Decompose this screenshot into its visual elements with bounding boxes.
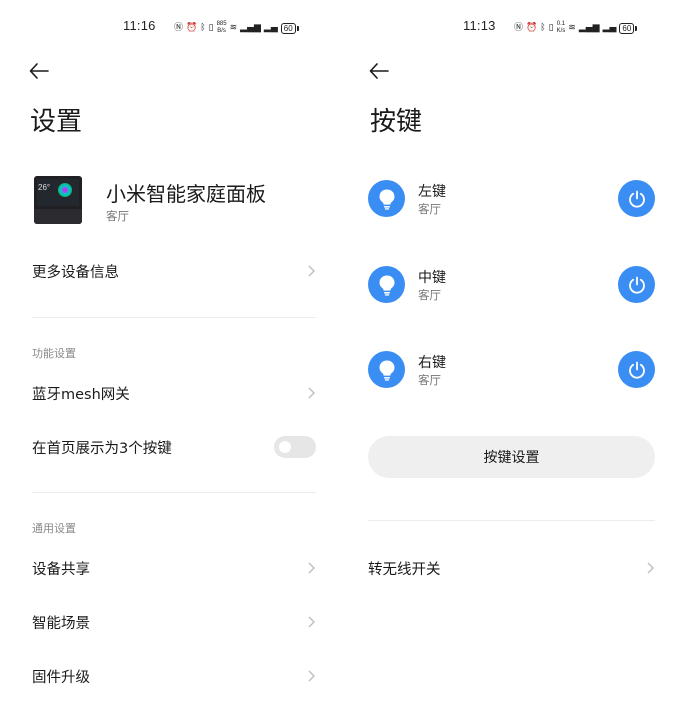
back-arrow-icon [369,63,389,79]
back-button[interactable] [28,60,50,82]
network-speed: 0.1 K/s [556,21,566,34]
smart-scene-row[interactable]: 智能场景 [32,602,316,642]
page-title: 设置 [30,107,83,137]
status-bar: 11:16 Ⓝ ⏰ ᛒ ▯ 885 B/s ≋ ▂▄▆ ▂▄ 60 [0,18,340,38]
wifi-icon: ≋ [568,22,576,33]
device-card: 26° 小米智能家庭面板 客厅 [32,174,322,230]
nfc-icon: Ⓝ [174,22,184,33]
status-time: 11:16 [123,18,156,33]
key-name: 右键 [418,355,446,371]
power-button-left[interactable] [618,180,655,217]
bulb-icon [368,180,405,217]
divider [32,317,316,318]
status-bar: 11:13 Ⓝ ⏰ ᛒ ▯ 0.1 K/s ≋ ▂▄▆ ▂▄ 60 [340,18,680,38]
key-room: 客厅 [418,373,441,387]
chevron-right-icon [308,562,315,574]
divider [32,492,316,493]
key-settings-button[interactable]: 按键设置 [368,436,655,478]
smart-scene-label: 智能场景 [32,615,90,632]
vibrate-icon: ▯ [208,22,214,33]
power-icon [628,190,645,207]
key-row-left: 左键 客厅 [368,180,658,220]
firmware-upgrade-label: 固件升级 [32,669,90,686]
status-icons: Ⓝ ⏰ ᛒ ▯ 885 B/s ≋ ▂▄▆ ▂▄ 60 [174,20,299,36]
firmware-upgrade-row[interactable]: 固件升级 [32,656,316,696]
key-name: 左键 [418,184,446,200]
power-icon [628,361,645,378]
settings-screen: 11:16 Ⓝ ⏰ ᛒ ▯ 885 B/s ≋ ▂▄▆ ▂▄ 60 设置 26°… [0,0,340,722]
chevron-right-icon [308,670,315,682]
keys-screen: 11:13 Ⓝ ⏰ ᛒ ▯ 0.1 K/s ≋ ▂▄▆ ▂▄ 60 按键 左键 … [340,0,680,722]
battery-icon: 60 [619,22,638,34]
key-row-right: 右键 客厅 [368,351,658,391]
power-button-middle[interactable] [618,266,655,303]
key-room: 客厅 [418,202,441,216]
vibrate-icon: ▯ [548,22,554,33]
toggle-knob [279,441,291,453]
device-share-row[interactable]: 设备共享 [32,548,316,588]
power-icon [628,276,645,293]
key-room: 客厅 [418,288,441,302]
show-three-keys-toggle[interactable] [274,436,316,458]
wireless-switch-row[interactable]: 转无线开关 [368,548,655,588]
battery-icon: 60 [280,22,299,34]
device-image: 26° [34,176,82,224]
power-button-right[interactable] [618,351,655,388]
chevron-right-icon [308,265,315,277]
chevron-right-icon [308,616,315,628]
status-time: 11:13 [463,18,496,33]
chevron-right-icon [308,387,315,399]
page-title: 按键 [370,107,423,137]
signal-icon: ▂▄▆ [578,22,600,33]
show-three-keys-row: 在首页展示为3个按键 [32,427,316,467]
key-row-middle: 中键 客厅 [368,266,658,306]
alarm-icon: ⏰ [186,22,198,33]
bulb-icon [368,266,405,303]
bluetooth-icon: ᛒ [540,22,546,33]
bluetooth-icon: ᛒ [200,22,206,33]
device-room: 客厅 [106,209,129,223]
section-header-function: 功能设置 [32,347,76,360]
bluetooth-mesh-row[interactable]: 蓝牙mesh网关 [32,373,316,413]
bluetooth-mesh-label: 蓝牙mesh网关 [32,386,130,403]
signal-icon-2: ▂▄ [263,22,278,33]
back-button[interactable] [368,60,390,82]
divider [368,520,655,521]
section-header-general: 通用设置 [32,522,76,535]
show-three-keys-label: 在首页展示为3个按键 [32,440,172,457]
network-speed: 885 B/s [216,21,227,34]
more-device-info-row[interactable]: 更多设备信息 [32,251,316,291]
key-name: 中键 [418,270,446,286]
bulb-icon [368,351,405,388]
alarm-icon: ⏰ [526,22,538,33]
signal-icon: ▂▄▆ [240,22,261,33]
wireless-switch-label: 转无线开关 [368,561,441,578]
chevron-right-icon [647,562,654,574]
device-name: 小米智能家庭面板 [106,182,266,206]
device-share-label: 设备共享 [32,561,90,578]
wifi-icon: ≋ [229,22,238,33]
more-device-info-label: 更多设备信息 [32,264,119,281]
nfc-icon: Ⓝ [514,22,524,33]
status-icons: Ⓝ ⏰ ᛒ ▯ 0.1 K/s ≋ ▂▄▆ ▂▄ 60 [514,20,638,36]
signal-icon-2: ▂▄ [602,22,617,33]
back-arrow-icon [29,63,49,79]
